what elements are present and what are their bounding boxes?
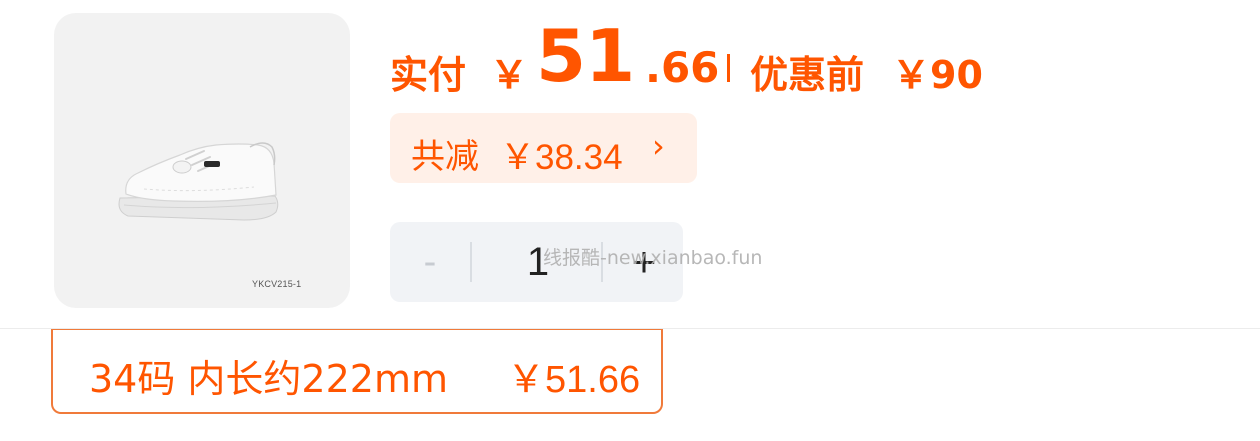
stepper-divider [470,242,472,282]
decrease-quantity-button[interactable]: - [410,238,450,286]
price-separator [727,54,730,82]
discount-detail-button[interactable]: 共减 ￥38.34 › [390,113,697,183]
size-option-price: ￥51.66 [507,359,641,401]
sku-code: YKCV215-1 [252,279,302,289]
chevron-right-icon: › [652,127,665,165]
paid-amount-integer: 51 [536,14,635,98]
size-option-label: 34码 内长约222mm [89,357,448,401]
original-price-label: 优惠前 [750,53,865,97]
sneaker-image [118,142,279,221]
price-summary: 实付 ￥ 51 .66 优惠前 ￥90 [390,14,1110,104]
paid-label: 实付 [390,53,467,97]
size-option-selected[interactable]: 34码 内长约222mm ￥51.66 [51,329,663,414]
discount-value: ￥38.34 [500,138,623,177]
original-price-value: ￥90 [892,53,983,97]
paid-currency: ￥ [490,53,529,97]
paid-amount-decimal: .66 [645,43,720,92]
discount-label: 共减 [411,137,479,177]
product-image[interactable]: YKCV215-1 [54,13,350,308]
watermark: 线报酷-new.xianbao.fun [543,247,763,269]
